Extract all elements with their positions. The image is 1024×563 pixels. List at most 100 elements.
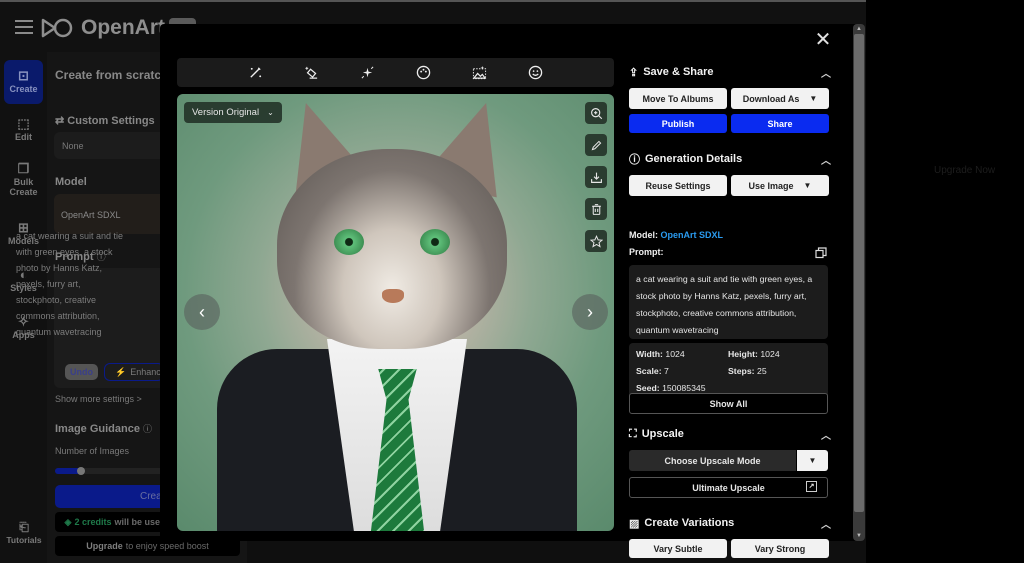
scroll-thumb[interactable] bbox=[854, 34, 864, 512]
logo[interactable]: OpenArt bbox=[41, 16, 165, 40]
nav-label: Edit bbox=[15, 131, 32, 142]
nav-label: Bulk Create bbox=[9, 176, 38, 197]
model-label: Model bbox=[55, 176, 87, 188]
height-spec: Height: 1024 bbox=[728, 349, 780, 359]
download-button[interactable] bbox=[585, 166, 607, 188]
variations-icon: ▨ bbox=[629, 517, 640, 530]
section-title: Generation Details bbox=[645, 153, 743, 165]
close-icon[interactable]: ✕ bbox=[814, 30, 832, 50]
enhance-sparkle-icon[interactable] bbox=[357, 63, 377, 83]
upgrade-now-button[interactable]: Upgrade Now bbox=[934, 165, 995, 176]
download-icon bbox=[590, 172, 602, 183]
info-icon: ⓘ bbox=[629, 154, 640, 166]
generated-image[interactable]: Version Original ⌄ ‹ › bbox=[177, 94, 614, 531]
chevron-left-icon: ‹ bbox=[199, 301, 205, 322]
panel-title: Create from scratch bbox=[55, 68, 169, 82]
scroll-up-icon[interactable]: ▲ bbox=[855, 26, 863, 32]
palette-icon[interactable] bbox=[414, 63, 434, 83]
edit-icon: ⬚ bbox=[17, 115, 30, 131]
nav-bulk-create[interactable]: ❐ Bulk Create bbox=[4, 158, 43, 202]
prompt-label: Prompt: bbox=[629, 247, 664, 257]
nav-create[interactable]: ⊡ Create bbox=[4, 60, 43, 104]
image-guidance-label: Image Guidance ⓘ bbox=[55, 423, 153, 435]
image-cat-head bbox=[277, 149, 507, 349]
magic-wand-icon[interactable] bbox=[245, 63, 265, 83]
move-to-albums-button[interactable]: Move To Albums bbox=[629, 88, 727, 109]
ultimate-upscale-button[interactable]: Ultimate Upscale ↗ bbox=[629, 477, 828, 498]
section-title: Save & Share bbox=[643, 66, 714, 78]
chevron-right-icon: › bbox=[587, 301, 593, 322]
magic-wand-icon: ⚡ bbox=[115, 366, 127, 377]
favorite-button[interactable] bbox=[585, 230, 607, 252]
model-info: Model: OpenArt SDXL bbox=[629, 230, 724, 240]
create-button[interactable]: Create bbox=[55, 485, 175, 508]
image-expand-icon[interactable] bbox=[470, 63, 490, 83]
show-all-button[interactable]: Show All bbox=[629, 393, 828, 414]
share-button[interactable]: Share bbox=[731, 114, 829, 133]
custom-settings-value: None bbox=[62, 141, 84, 151]
prompt-text: a cat wearing a suit and tie with green … bbox=[629, 265, 828, 339]
chevron-up-icon[interactable]: ︿ bbox=[821, 427, 831, 442]
upscale-mode-dropdown[interactable]: ▼ bbox=[797, 450, 828, 471]
undo-button[interactable]: Undo bbox=[65, 364, 98, 380]
menu-icon[interactable] bbox=[15, 20, 33, 34]
image-cat-eye bbox=[420, 229, 450, 255]
save-share-header[interactable]: ⇪ Save & Share ︿ bbox=[629, 64, 831, 80]
caret-down-icon: ▼ bbox=[808, 456, 817, 465]
credits-text: will be used bbox=[114, 517, 166, 527]
delete-button[interactable] bbox=[585, 198, 607, 220]
button-label: Use Image bbox=[748, 180, 794, 191]
pencil-icon bbox=[591, 140, 601, 150]
number-of-images-slider[interactable] bbox=[55, 467, 165, 475]
nav-edit[interactable]: ⬚ Edit bbox=[4, 108, 43, 152]
previous-image-button[interactable]: ‹ bbox=[184, 294, 220, 330]
credits-count: 2 credits bbox=[74, 517, 112, 527]
eraser-icon[interactable] bbox=[301, 63, 321, 83]
face-icon[interactable] bbox=[526, 63, 546, 83]
nav-label: Create bbox=[9, 83, 38, 94]
image-cat-eye bbox=[334, 229, 364, 255]
scroll-down-icon[interactable]: ▼ bbox=[855, 533, 863, 539]
generation-details-header[interactable]: ⓘ Generation Details ︿ bbox=[629, 151, 831, 167]
brand-name: OpenArt bbox=[81, 16, 165, 39]
vary-subtle-button[interactable]: Vary Subtle bbox=[629, 539, 727, 558]
seed-spec: Seed: 150085345 bbox=[636, 383, 706, 393]
version-selector[interactable]: Version Original ⌄ bbox=[184, 102, 282, 123]
button-label: Download As bbox=[742, 93, 800, 104]
caret-down-icon: ▼ bbox=[803, 181, 812, 190]
create-variations-header[interactable]: ▨ Create Variations ︿ bbox=[629, 515, 831, 531]
width-spec: Width: 1024 bbox=[636, 349, 685, 359]
nav-tutorials[interactable]: ⎗ Tutorials bbox=[2, 520, 46, 545]
chevron-up-icon[interactable]: ︿ bbox=[821, 516, 831, 531]
enhance-button[interactable]: ⚡ Enhance bbox=[104, 363, 166, 381]
zoom-in-button[interactable] bbox=[585, 102, 607, 124]
vary-strong-button[interactable]: Vary Strong bbox=[731, 539, 829, 558]
edit-button[interactable] bbox=[585, 134, 607, 156]
steps-spec: Steps: 25 bbox=[728, 366, 767, 376]
publish-button[interactable]: Publish bbox=[629, 114, 727, 133]
upgrade-link[interactable]: Upgrade bbox=[86, 541, 123, 551]
reuse-settings-button[interactable]: Reuse Settings bbox=[629, 175, 727, 196]
share-icon: ⇪ bbox=[629, 66, 639, 79]
openart-logo-icon bbox=[41, 18, 73, 38]
modal-scrollbar[interactable]: ▲ ▼ bbox=[853, 24, 865, 541]
model-link[interactable]: OpenArt SDXL bbox=[661, 230, 724, 240]
slider-thumb[interactable] bbox=[77, 467, 85, 475]
download-as-button[interactable]: Download As ▼ bbox=[731, 88, 829, 109]
chevron-down-icon: ⌄ bbox=[267, 108, 274, 117]
upscale-header[interactable]: ⛶ Upscale ︿ bbox=[629, 426, 831, 443]
use-image-button[interactable]: Use Image ▼ bbox=[731, 175, 829, 196]
bulk-create-icon: ❐ bbox=[17, 160, 30, 176]
chevron-up-icon[interactable]: ︿ bbox=[821, 152, 831, 167]
create-icon: ⊡ bbox=[18, 67, 29, 83]
caret-down-icon: ▼ bbox=[809, 94, 818, 103]
custom-settings-select[interactable]: None bbox=[54, 132, 169, 159]
number-of-images-label: Number of Images bbox=[55, 446, 130, 456]
chevron-up-icon[interactable]: ︿ bbox=[821, 65, 831, 80]
choose-upscale-mode-select[interactable]: Choose Upscale Mode bbox=[629, 450, 796, 471]
copy-icon[interactable] bbox=[815, 246, 827, 259]
edit-toolbar bbox=[177, 58, 614, 87]
star-icon bbox=[589, 234, 603, 248]
next-image-button[interactable]: › bbox=[572, 294, 608, 330]
show-more-settings-link[interactable]: Show more settings > bbox=[55, 394, 142, 404]
